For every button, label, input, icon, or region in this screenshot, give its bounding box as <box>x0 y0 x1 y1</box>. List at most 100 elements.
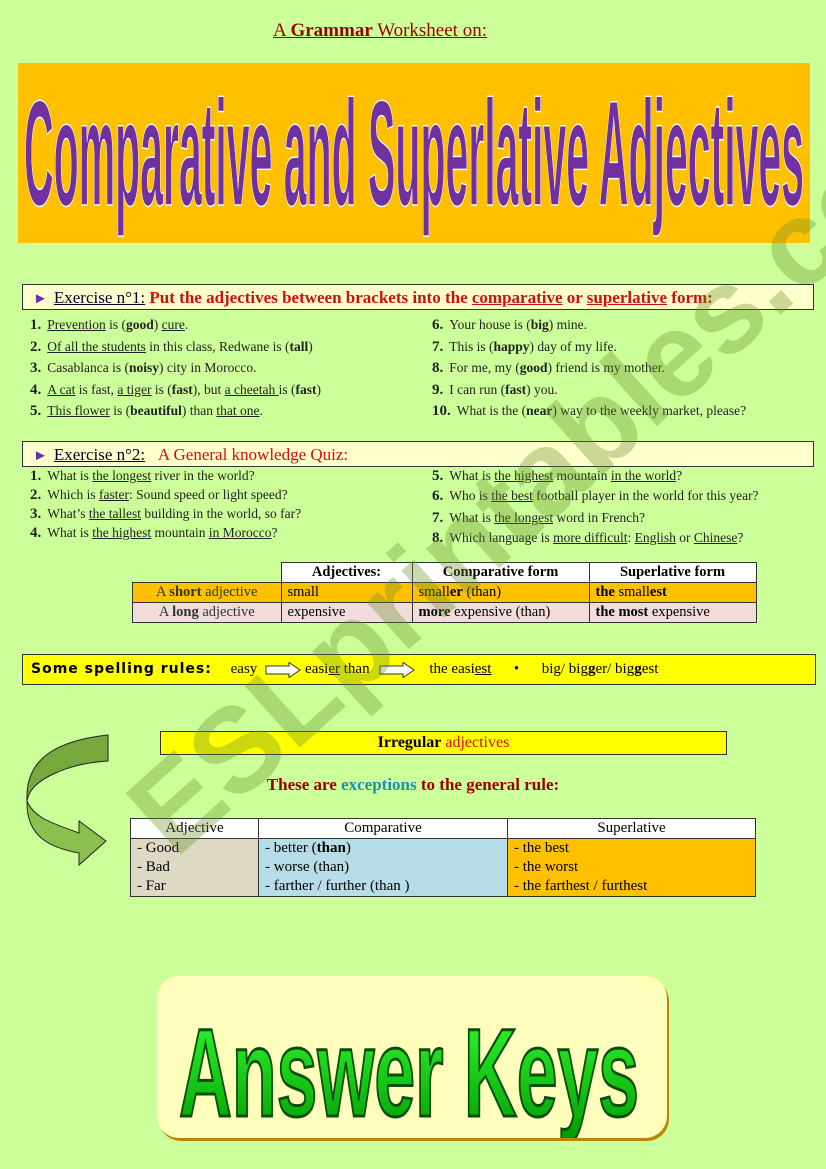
answer-keys-box: Answer Keys <box>157 976 667 1145</box>
underlined-phrase: A cat <box>47 382 76 397</box>
exercise2-item: 3. What’s the tallest building in the wor… <box>30 506 301 523</box>
bracket-adjective: near <box>526 403 553 418</box>
item-text: ) <box>308 339 313 354</box>
play-triangle-icon: ► <box>33 291 48 307</box>
item-number: 6. <box>432 488 444 504</box>
adjective-bad: - Bad <box>137 859 170 875</box>
item-number: 6. <box>432 317 444 333</box>
exercise1-label: Exercise n°1: <box>53 288 146 307</box>
instruction-or: or <box>562 288 587 307</box>
table-header-row: Adjectives: Comparative form Superlative… <box>133 562 757 583</box>
subtitle-prefix: A <box>273 20 291 41</box>
item-text: Who is <box>449 488 492 503</box>
exercise1-item: 5. This flower is (beautiful) than that o… <box>30 403 263 420</box>
sup-post: expensive <box>648 604 710 620</box>
bracket-adjective: fast <box>295 382 317 397</box>
exercise1-item: 7. This is (happy) day of my life. <box>432 339 617 356</box>
subtitle-suffix: Worksheet on: <box>372 20 487 41</box>
banner-title-text: Comparative and Superlative Adjectives <box>24 69 804 237</box>
item-text: ? <box>271 525 278 540</box>
bracket-adjective: fast <box>505 382 527 397</box>
table-row-long: A long adjective expensive more expensiv… <box>132 602 757 623</box>
item-number: 9. <box>432 382 444 398</box>
underlined-phrase: the tallest <box>88 506 141 521</box>
underlined-phrase: the longest <box>494 510 554 525</box>
word-easy: easy <box>230 661 258 677</box>
item-text: Your house is ( <box>449 317 531 332</box>
header-superlative: Superlative <box>507 818 756 839</box>
item-text: mountain <box>151 525 209 540</box>
instruction-comparative: comparative <box>471 288 563 307</box>
exercise2-item: 6. Who is the best football player in the… <box>432 488 759 505</box>
underlined-phrase: English <box>634 530 676 545</box>
item-text: What is the ( <box>456 403 527 418</box>
comp-bold: more <box>418 604 451 620</box>
long-adjective-cell: expensive <box>280 602 413 623</box>
item-text: is ( <box>151 382 172 397</box>
item-text: What is <box>449 510 495 525</box>
item-text: ) <box>153 317 162 332</box>
item-text: I can run ( <box>449 382 506 397</box>
long-label-cell: A long adjective <box>132 602 282 623</box>
item-text: What is <box>47 525 93 540</box>
instruction-end: form: <box>667 288 713 307</box>
sup-bold: the most <box>595 604 649 620</box>
underlined-phrase: the longest <box>92 468 152 483</box>
note-post: to the general rule: <box>416 775 560 794</box>
item-text: Which language is <box>449 530 554 545</box>
item-text: This is ( <box>449 339 494 354</box>
superlative-farthest: - the farthest / furthest <box>514 878 648 894</box>
comp-bold: er <box>449 584 463 600</box>
item-number: 1. <box>30 317 42 333</box>
item-text: . <box>259 403 263 418</box>
exercise2-item: 8. Which language is more difficult: Engl… <box>432 530 743 547</box>
instruction-superlative: superlative <box>586 288 668 307</box>
play-triangle-icon: ► <box>33 448 48 464</box>
underlined-phrase: cure <box>161 317 185 332</box>
underlined-phrase: a cheetah <box>224 382 279 397</box>
exercise2-label: Exercise n°2: <box>53 445 146 464</box>
superlative-best: - the best <box>514 840 569 856</box>
underlined-phrase: the highest <box>92 525 152 540</box>
item-number: 8. <box>432 360 444 376</box>
exceptions-note: These are exceptions to the general rule… <box>0 775 826 795</box>
right-arrow-icon <box>265 661 301 678</box>
curved-arrow-icon <box>26 734 109 867</box>
short-label-cell: A short adjective <box>132 582 282 603</box>
comp-text: - better ( <box>265 840 317 856</box>
item-text: ? <box>676 468 683 483</box>
item-text: word in French? <box>553 510 645 525</box>
easier-pre: easi <box>305 661 329 677</box>
item-text: is fast, <box>75 382 118 397</box>
bracket-adjective: beautiful <box>130 403 182 418</box>
irregular-heading-red: adjectives <box>441 734 510 751</box>
underlined-phrase: faster <box>99 487 129 502</box>
irregular-adjectives-table: Adjective Comparative Superlative - Good… <box>130 818 756 897</box>
item-number: 5. <box>432 468 444 484</box>
short-comparative-cell: smaller (than) <box>411 582 590 603</box>
item-number: 2. <box>30 339 42 355</box>
item-text: ) <box>316 382 321 397</box>
exercise2-item: 4. What is the highest mountain in Morocc… <box>30 525 277 542</box>
item-number: 8. <box>432 530 444 546</box>
underlined-phrase: This flower <box>47 403 110 418</box>
right-arrow-icon <box>379 661 416 678</box>
label-pre: A <box>156 584 170 600</box>
item-number: 3. <box>30 506 42 522</box>
comp-bold: than <box>316 840 346 856</box>
label-pre: A <box>158 604 173 620</box>
table-header-row: Adjective Comparative Superlative <box>130 818 756 839</box>
item-number: 7. <box>432 510 444 526</box>
superlatives-cell: - the best - the worst - the farthest / … <box>507 838 756 897</box>
item-text: is ( <box>278 382 296 397</box>
item-text: ) you. <box>526 382 558 397</box>
item-text: : <box>627 530 635 545</box>
title-banner: Comparative and Superlative Adjectives <box>18 63 810 243</box>
comparative-farther: - farther / further (than ) <box>265 877 501 896</box>
header-superlative: Superlative form <box>588 562 757 583</box>
bracket-adjective: happy <box>493 339 530 354</box>
item-number: 10. <box>432 403 451 419</box>
item-text: ) than <box>181 403 217 418</box>
header-comparative: Comparative <box>258 818 508 839</box>
item-text: What is <box>47 468 93 483</box>
